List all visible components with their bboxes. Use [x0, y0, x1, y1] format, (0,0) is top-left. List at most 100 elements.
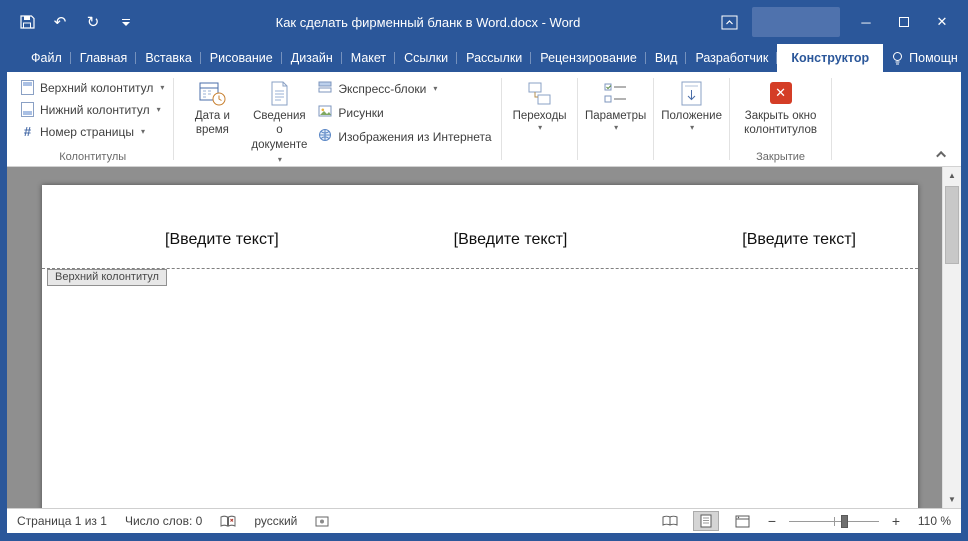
maximize-icon	[899, 17, 909, 27]
close-header-footer-icon: ✕	[769, 79, 792, 107]
close-hf-label-line1: Закрыть окно	[744, 110, 817, 122]
minimize-button[interactable]: ─	[854, 8, 878, 36]
document-info-button[interactable]: Сведения о документе ▾	[247, 75, 311, 167]
header-boundary-line	[42, 268, 918, 269]
lightbulb-icon	[893, 51, 903, 64]
group-navigation: Переходы ▾	[502, 72, 578, 166]
chevron-down-icon	[122, 18, 130, 26]
zoom-slider-thumb[interactable]	[841, 514, 849, 528]
status-left: Страница 1 из 1 Число слов: 0 русский	[17, 514, 329, 528]
header-placeholder-left[interactable]: [Введите текст]	[165, 231, 279, 249]
date-time-label-line1: Дата и	[194, 110, 230, 122]
chevron-down-icon: ▾	[140, 127, 145, 136]
save-icon	[20, 15, 35, 29]
group-options: Параметры ▾	[578, 72, 654, 166]
tab-review[interactable]: Рецензирование	[531, 44, 646, 72]
close-header-footer-button[interactable]: ✕ Закрыть окно колонтитулов	[736, 75, 826, 138]
vertical-scrollbar[interactable]: ▲ ▼	[942, 167, 961, 508]
page-number-icon: #	[23, 124, 32, 139]
proofing-book-icon	[220, 515, 236, 527]
tab-draw[interactable]: Рисование	[201, 44, 282, 72]
tab-home[interactable]: Главная	[71, 44, 137, 72]
word-count-status[interactable]: Число слов: 0	[125, 514, 202, 528]
chevron-down-icon: ▾	[277, 155, 282, 165]
proofing-status-button[interactable]	[220, 515, 236, 528]
web-layout-button[interactable]	[729, 511, 755, 531]
collapse-ribbon-button[interactable]	[933, 147, 951, 161]
scrollbar-down-button[interactable]: ▼	[943, 491, 961, 508]
close-window-button[interactable]: ✕	[930, 8, 954, 36]
scrollbar-thumb[interactable]	[945, 186, 959, 264]
customize-qat-button[interactable]	[117, 13, 135, 31]
position-button[interactable]: Положение ▾	[660, 75, 724, 133]
options-icon	[602, 79, 629, 107]
zoom-level-button[interactable]: 110 %	[913, 514, 951, 528]
chevron-down-icon: ▾	[433, 84, 438, 93]
tab-header-footer-design[interactable]: Конструктор	[777, 44, 884, 72]
chevron-down-icon: ▾	[156, 105, 161, 114]
zoom-in-button[interactable]: +	[889, 513, 903, 529]
navigation-icon	[526, 79, 553, 107]
close-hf-label-line2: колонтитулов	[744, 124, 817, 137]
tab-design[interactable]: Дизайн	[282, 44, 342, 72]
tab-references[interactable]: Ссылки	[395, 44, 458, 72]
zoom-slider[interactable]	[789, 514, 879, 528]
read-mode-button[interactable]	[657, 511, 683, 531]
zoom-out-button[interactable]: −	[765, 513, 779, 529]
group-close: ✕ Закрыть окно колонтитулов Закрытие	[730, 72, 832, 166]
document-page[interactable]: [Введите текст] [Введите текст] [Введите…	[42, 185, 918, 508]
header-placeholder-right[interactable]: [Введите текст]	[742, 231, 856, 249]
maximize-button[interactable]	[892, 8, 916, 36]
pictures-button[interactable]: Рисунки	[314, 103, 495, 122]
ribbon-tab-bar: Файл Главная Вставка Рисование Дизайн Ма…	[0, 44, 968, 72]
document-info-icon	[266, 79, 293, 107]
tab-mailings[interactable]: Рассылки	[457, 44, 532, 72]
group-header-footer: Верхний колонтитул ▾ Нижний колонтитул ▾…	[11, 72, 175, 166]
date-time-icon	[199, 79, 226, 107]
footer-button[interactable]: Нижний колонтитул ▾	[17, 101, 168, 118]
tab-view[interactable]: Вид	[646, 44, 687, 72]
scrollbar-up-button[interactable]: ▲	[943, 167, 961, 184]
ribbon-display-options-button[interactable]	[721, 15, 738, 30]
language-status[interactable]: русский	[254, 514, 297, 528]
tab-assistant[interactable]: Помощн	[883, 44, 967, 72]
header-button[interactable]: Верхний колонтитул ▾	[17, 79, 168, 96]
footer-icon	[21, 102, 34, 117]
tab-layout[interactable]: Макет	[342, 44, 396, 72]
navigation-button[interactable]: Переходы ▾	[508, 75, 572, 133]
quick-parts-icon	[318, 80, 332, 97]
group-label-close: Закрытие	[756, 151, 806, 163]
print-layout-icon	[700, 514, 712, 528]
page-number-button[interactable]: # Номер страницы ▾	[17, 123, 168, 140]
macro-record-button[interactable]	[315, 516, 329, 527]
online-pictures-button[interactable]: Изображения из Интернета	[314, 127, 495, 146]
titlebar-controls: ─ ✕	[721, 7, 954, 37]
date-time-label-line2: время	[195, 124, 229, 137]
save-button[interactable]	[18, 13, 36, 31]
date-time-button[interactable]: Дата и время	[180, 75, 244, 167]
footer-button-label: Нижний колонтитул	[40, 102, 150, 117]
macro-record-icon	[315, 516, 329, 526]
options-button[interactable]: Параметры ▾	[584, 75, 648, 133]
account-name-redacted	[752, 7, 840, 37]
header-area: [Введите текст] [Введите текст] [Введите…	[165, 231, 856, 249]
redo-button[interactable]: ↻	[84, 13, 102, 31]
page-count-status[interactable]: Страница 1 из 1	[17, 514, 107, 528]
position-icon	[678, 79, 705, 107]
online-pictures-icon	[318, 128, 332, 145]
header-placeholder-center[interactable]: [Введите текст]	[454, 231, 568, 249]
document-workspace: [Введите текст] [Введите текст] [Введите…	[7, 167, 961, 508]
quick-parts-button[interactable]: Экспресс-блоки ▾	[314, 79, 495, 98]
tab-developer[interactable]: Разработчик	[686, 44, 778, 72]
chevron-up-icon	[935, 150, 946, 161]
group-position: Положение ▾	[654, 72, 730, 166]
print-layout-button[interactable]	[693, 511, 719, 531]
tab-file[interactable]: Файл	[22, 44, 71, 72]
undo-button[interactable]: ↶	[51, 13, 69, 31]
chevron-down-icon: ▾	[160, 83, 165, 92]
window-title: Как сделать фирменный бланк в Word.docx …	[275, 14, 581, 30]
chevron-down-icon: ▾	[614, 123, 619, 133]
word-window: ↶ ↻ Как сделать фирменный бланк в Word.d…	[0, 0, 968, 541]
header-tag: Верхний колонтитул	[47, 269, 167, 286]
tab-insert[interactable]: Вставка	[136, 44, 202, 72]
